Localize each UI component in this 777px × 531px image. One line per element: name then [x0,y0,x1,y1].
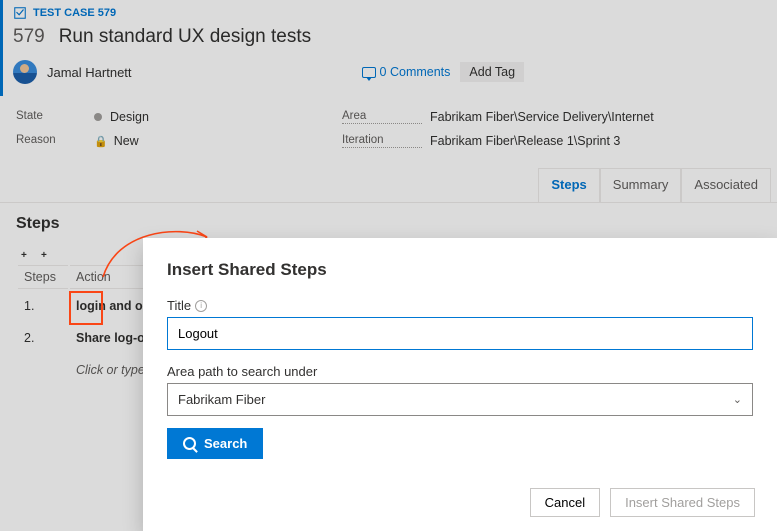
dialog-footer: Cancel Insert Shared Steps [530,488,755,517]
info-icon[interactable]: i [195,300,207,312]
dialog-title: Insert Shared Steps [167,260,753,280]
area-path-value: Fabrikam Fiber [178,392,265,407]
search-button-label: Search [204,436,247,451]
insert-shared-steps-dialog: Insert Shared Steps Title i Area path to… [143,238,777,531]
title-input[interactable] [167,317,753,350]
search-icon [183,437,196,450]
chevron-down-icon: ⌄ [733,393,742,406]
insert-shared-steps-confirm-button: Insert Shared Steps [610,488,755,517]
area-path-select[interactable]: Fabrikam Fiber ⌄ [167,383,753,416]
cancel-button[interactable]: Cancel [530,488,600,517]
search-button[interactable]: Search [167,428,263,459]
area-path-label: Area path to search under [167,364,753,379]
title-field-label: Title i [167,298,753,313]
